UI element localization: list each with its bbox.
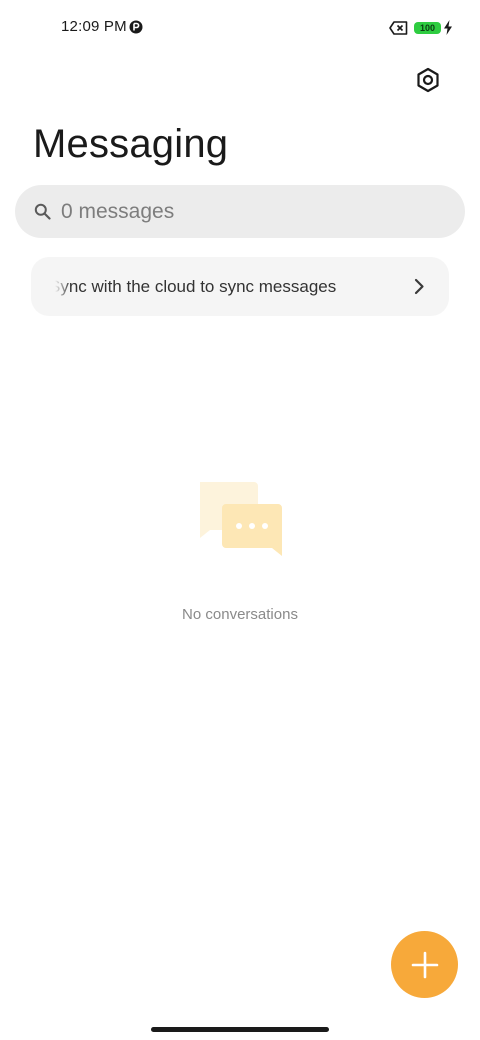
sync-fade [55, 257, 71, 316]
home-indicator[interactable] [151, 1027, 329, 1032]
new-conversation-button[interactable] [391, 931, 458, 998]
status-bar: 12:09 PM 100 [0, 0, 480, 56]
settings-button[interactable] [410, 62, 446, 98]
sync-banner-text: Sync with the cloud to sync messages [55, 277, 337, 296]
chevron-right-icon [414, 278, 424, 295]
plus-icon [411, 951, 438, 978]
search-bar[interactable] [15, 185, 465, 238]
empty-state-text: No conversations [182, 606, 298, 623]
battery-level: 100 [419, 23, 436, 33]
search-input[interactable] [61, 185, 441, 238]
battery-icon: 100 [414, 22, 441, 34]
charging-bolt-icon [444, 20, 452, 35]
p-icon [129, 20, 143, 34]
settings-icon [417, 67, 439, 93]
search-icon [34, 203, 51, 220]
sync-banner[interactable]: Sync with the cloud to sync messages [31, 257, 449, 316]
chat-bubbles-illustration [200, 482, 282, 556]
status-time: 12:09 PM [61, 18, 127, 35]
page-title: Messaging [33, 122, 229, 166]
sim-x-icon [389, 21, 408, 35]
sync-text-wrap: Sync with the cloud to sync messages [55, 257, 395, 316]
